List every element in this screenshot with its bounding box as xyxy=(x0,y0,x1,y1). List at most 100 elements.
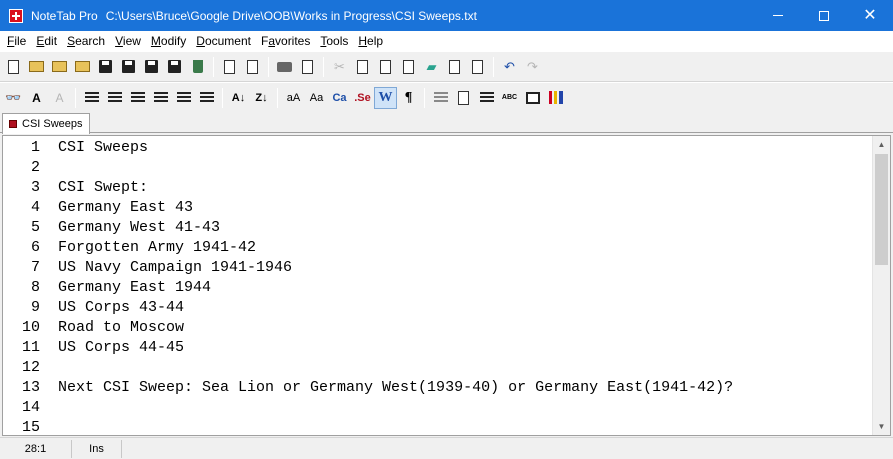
sentence-case-button[interactable]: .Se xyxy=(351,87,374,109)
close-icon: ✕ xyxy=(863,6,877,24)
menu-edit[interactable]: Edit xyxy=(31,34,62,48)
word-wrap-button[interactable]: W xyxy=(374,86,397,109)
redo-button[interactable]: ↷ xyxy=(521,56,544,78)
scroll-up-button[interactable]: ▲ xyxy=(873,136,890,153)
indent-button[interactable] xyxy=(126,87,149,109)
open-folder-button[interactable] xyxy=(48,56,71,78)
clipbook-button[interactable] xyxy=(241,56,264,78)
replace-button[interactable]: A xyxy=(25,87,48,109)
paste-special-button[interactable] xyxy=(466,56,489,78)
show-formatting-button[interactable]: ¶ xyxy=(397,87,420,109)
print-button[interactable] xyxy=(273,56,296,78)
text-editor[interactable]: 1 2 3 4 5 6 7 8 9 10 11 12 13 14 15 CSI … xyxy=(2,135,891,436)
capitalize-button[interactable]: Ca xyxy=(328,87,351,109)
insert-mode[interactable]: Ins xyxy=(72,439,122,458)
print-preview-button[interactable] xyxy=(296,56,319,78)
chart-button[interactable] xyxy=(544,87,567,109)
text-line[interactable]: CSI Swept: xyxy=(58,179,148,196)
copy-button[interactable] xyxy=(351,56,374,78)
paste-icon xyxy=(449,59,460,74)
chevron-up-icon: ▲ xyxy=(877,140,886,149)
open-button[interactable] xyxy=(25,56,48,78)
menu-search[interactable]: Search xyxy=(62,34,110,48)
library-button[interactable] xyxy=(218,56,241,78)
document-tab-bar: CSI Sweeps xyxy=(0,112,893,134)
align-button[interactable] xyxy=(172,87,195,109)
calculator-button[interactable] xyxy=(452,87,475,109)
text-line[interactable]: US Navy Campaign 1941-1946 xyxy=(58,259,292,276)
outdent-button[interactable] xyxy=(149,87,172,109)
printer-icon xyxy=(277,61,292,72)
text-line[interactable]: Next CSI Sweep: Sea Lion or Germany West… xyxy=(58,379,733,396)
copy-all-button[interactable] xyxy=(374,56,397,78)
uppercase-button[interactable]: Aa xyxy=(305,87,328,109)
app-name: NoteTab Pro xyxy=(31,8,98,23)
new-button[interactable] xyxy=(2,56,25,78)
paste-special-icon xyxy=(472,59,483,74)
numbered-list-button[interactable] xyxy=(103,87,126,109)
find-button[interactable]: 👓 xyxy=(2,87,25,109)
delete-button[interactable] xyxy=(186,56,209,78)
text-line[interactable]: Road to Moscow xyxy=(58,319,184,336)
scrollbar-thumb[interactable] xyxy=(875,154,888,265)
cut-button[interactable]: ✂ xyxy=(328,56,351,78)
app-icon[interactable] xyxy=(9,8,23,23)
save-all-button[interactable] xyxy=(117,56,140,78)
capitalize-icon: Ca xyxy=(332,91,347,104)
text-line[interactable]: US Corps 43-44 xyxy=(58,299,184,316)
menu-modify[interactable]: Modify xyxy=(146,34,191,48)
undo-button[interactable]: ↶ xyxy=(498,56,521,78)
align-icon xyxy=(176,91,191,104)
menu-favorites[interactable]: Favorites xyxy=(256,34,315,48)
sort-ascending-button[interactable]: A↓ xyxy=(227,87,250,109)
paste-button[interactable] xyxy=(443,56,466,78)
menu-document[interactable]: Document xyxy=(191,34,256,48)
columns-button[interactable] xyxy=(429,87,452,109)
line-number: 3 xyxy=(30,179,40,196)
line-number: 13 xyxy=(21,379,40,396)
sort-descending-button[interactable]: Z↓ xyxy=(250,87,273,109)
erase-button[interactable]: ▰ xyxy=(420,56,443,78)
text-line[interactable]: Germany East 1944 xyxy=(58,279,211,296)
text-line[interactable]: Forgotten Army 1941-42 xyxy=(58,239,256,256)
save-as-button[interactable] xyxy=(140,56,163,78)
copy-all-icon xyxy=(380,59,391,74)
new-document-icon xyxy=(8,59,19,74)
copy-text-button[interactable] xyxy=(397,56,420,78)
save-edit-icon xyxy=(168,60,181,73)
save-edit-button[interactable] xyxy=(163,56,186,78)
text-line[interactable]: Germany East 43 xyxy=(58,199,193,216)
thesaurus-button[interactable] xyxy=(521,87,544,109)
close-button[interactable]: ✕ xyxy=(847,0,893,31)
find-next-button[interactable]: A xyxy=(48,87,71,109)
save-as-icon xyxy=(145,60,158,73)
text-line[interactable]: Germany West 41-43 xyxy=(58,219,220,236)
columns-icon xyxy=(433,91,448,104)
menu-tools[interactable]: Tools xyxy=(315,34,353,48)
maximize-button[interactable] xyxy=(801,0,847,31)
lowercase-button[interactable]: aA xyxy=(282,87,305,109)
save-button[interactable] xyxy=(94,56,117,78)
menu-view[interactable]: View xyxy=(110,34,146,48)
justify-icon xyxy=(199,91,214,104)
spell-check-button[interactable]: ABC xyxy=(498,87,521,109)
minimize-button[interactable] xyxy=(755,0,801,31)
text-statistics-button[interactable] xyxy=(475,87,498,109)
justify-button[interactable] xyxy=(195,87,218,109)
text-line[interactable]: US Corps 44-45 xyxy=(58,339,184,356)
document-tab-icon xyxy=(9,120,17,128)
tab-csi-sweeps[interactable]: CSI Sweeps xyxy=(2,113,90,134)
menu-help[interactable]: Help xyxy=(353,34,388,48)
redo-icon: ↷ xyxy=(527,58,538,74)
print-preview-icon xyxy=(302,59,313,74)
text-line[interactable]: CSI Sweeps xyxy=(58,139,148,156)
vertical-scrollbar[interactable]: ▲ ▼ xyxy=(872,136,890,435)
scroll-down-button[interactable]: ▼ xyxy=(873,418,890,435)
outdent-icon xyxy=(153,91,168,104)
menu-file[interactable]: File xyxy=(2,34,31,48)
line-number: 14 xyxy=(21,399,40,416)
bullet-list-button[interactable] xyxy=(80,87,103,109)
open-favorites-button[interactable] xyxy=(71,56,94,78)
lowercase-icon: aA xyxy=(286,91,301,104)
numbered-list-icon xyxy=(107,91,122,104)
